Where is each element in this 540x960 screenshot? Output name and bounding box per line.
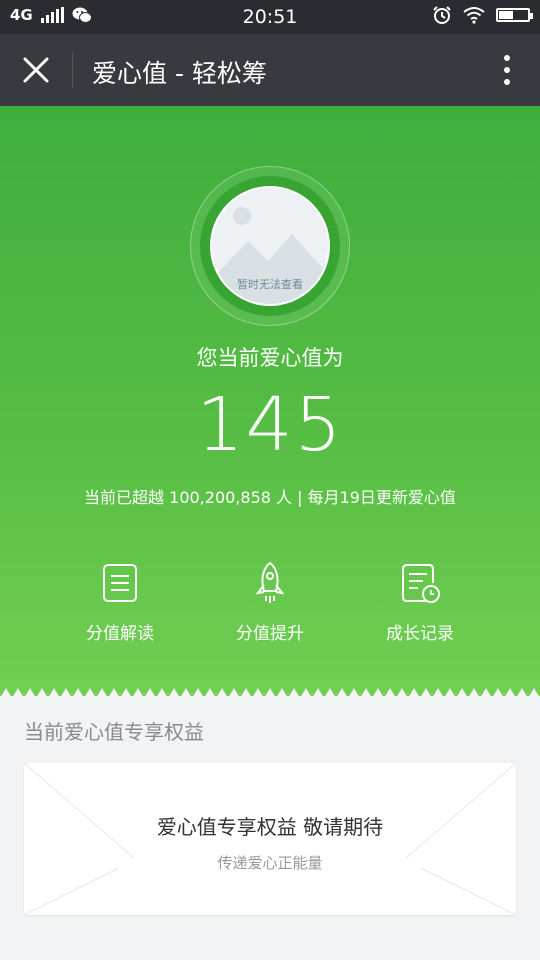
alarm-icon [433, 6, 451, 24]
score-explain-button[interactable]: 分值解读 [50, 561, 190, 644]
benefits-card-title: 爱心值专享权益 敬请期待 [156, 815, 384, 839]
close-icon [23, 57, 49, 83]
page-title: 爱心值 - 轻松筹 [92, 59, 267, 88]
rocket-icon [255, 561, 285, 603]
wifi-icon [463, 7, 485, 24]
battery-icon [496, 8, 533, 22]
status-right [432, 5, 533, 25]
record-clock-icon [402, 564, 440, 603]
growth-record-button[interactable]: 成长记录 [350, 561, 490, 644]
love-value-header: 暂时无法查看 您当前爱心值为 145 当前已超越 100,200,858 人 |… [0, 106, 540, 698]
score-subline: 当前已超越 100,200,858 人 | 每月19日更新爱心值 [84, 488, 456, 507]
benefits-card: 爱心值专享权益 敬请期待 传递爱心正能量 [24, 763, 516, 915]
status-bar: 4G 20:51 [0, 0, 540, 34]
avatar[interactable]: 暂时无法查看 [210, 186, 330, 306]
love-score: 145 [196, 382, 344, 468]
benefits-section-title: 当前爱心值专享权益 [24, 720, 204, 744]
score-explain-label: 分值解读 [86, 624, 154, 644]
score-improve-button[interactable]: 分值提升 [200, 561, 340, 644]
more-menu-button[interactable] [492, 50, 522, 90]
title-divider [72, 52, 73, 88]
zigzag-edge [0, 688, 540, 698]
title-bar: 爱心值 - 轻松筹 [0, 34, 540, 106]
avatar-caption: 暂时无法查看 [237, 278, 303, 291]
score-improve-label: 分值提升 [236, 624, 304, 644]
action-row: 分值解读 分值提升 成长记录 [0, 561, 540, 651]
document-icon [103, 564, 137, 602]
more-vertical-icon [504, 55, 510, 85]
score-label: 您当前爱心值为 [196, 346, 344, 370]
benefits-card-subtitle: 传递爱心正能量 [217, 854, 323, 872]
growth-record-label: 成长记录 [386, 624, 454, 644]
close-button[interactable] [14, 48, 58, 92]
